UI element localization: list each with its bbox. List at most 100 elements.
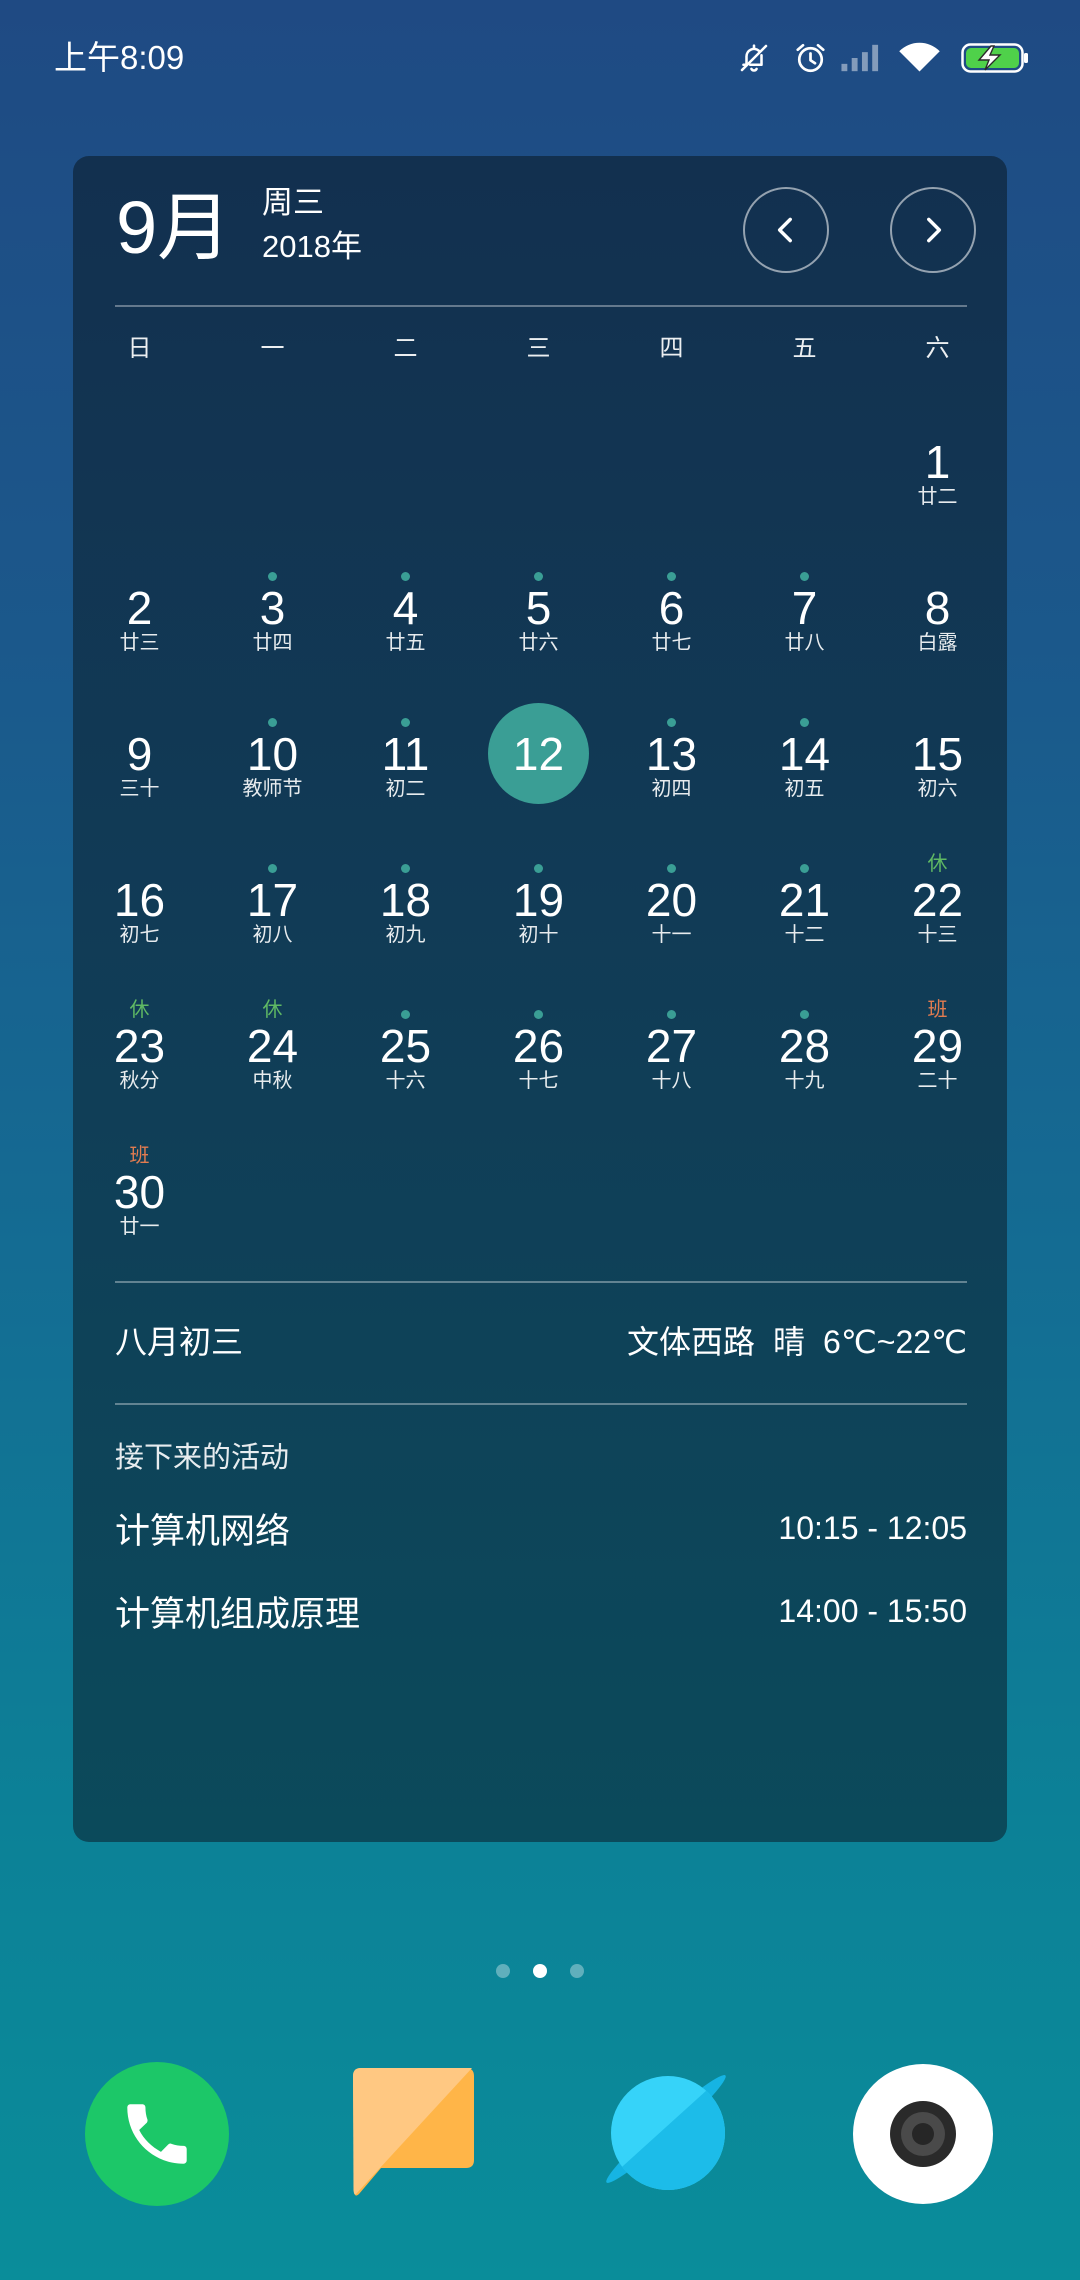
- day-cell-8[interactable]: 8 白露: [871, 542, 1004, 688]
- camera-icon: [853, 2064, 993, 2204]
- day-cell-19[interactable]: 19 初十: [472, 834, 605, 980]
- lunar-label: 十八: [651, 1070, 692, 1092]
- day-number: 28: [778, 1020, 831, 1072]
- day-cell-12[interactable]: 12: [472, 688, 605, 834]
- page-indicator: [0, 1964, 1080, 1978]
- weather-temperature: 6℃~22℃: [823, 1324, 967, 1360]
- day-cell-23[interactable]: 休 23 秋分: [73, 980, 206, 1126]
- header-divider: [115, 305, 967, 307]
- lunar-label: 廿四: [252, 632, 293, 654]
- mute-icon: [740, 44, 768, 72]
- day-number: 18: [379, 874, 432, 926]
- lunar-label: 十三: [917, 924, 958, 946]
- lunar-label: 十一: [651, 924, 692, 946]
- day-cell-27[interactable]: 27 十八: [605, 980, 738, 1126]
- day-cell-29[interactable]: 班 29 二十: [871, 980, 1004, 1126]
- event-item[interactable]: 计算机组成原理 14:00 - 15:50: [115, 1570, 967, 1653]
- messages-app-button[interactable]: [353, 2068, 474, 2196]
- day-cell-24[interactable]: 休 24 中秋: [206, 980, 339, 1126]
- day-status-badge: 休: [129, 999, 150, 1021]
- day-number: 3: [259, 582, 286, 634]
- messages-icon: [353, 2068, 474, 2196]
- day-cell-7[interactable]: 7 廿八: [738, 542, 871, 688]
- weekday-header: 五: [792, 335, 817, 362]
- day-cell-11[interactable]: 11 初二: [339, 688, 472, 834]
- day-number: 23: [113, 1020, 166, 1072]
- day-number: 27: [645, 1020, 698, 1072]
- day-cell-2[interactable]: 2 廿三: [73, 542, 206, 688]
- browser-app-button[interactable]: [602, 2067, 734, 2198]
- day-cell-3[interactable]: 3 廿四: [206, 542, 339, 688]
- events-list: 计算机网络 10:15 - 12:05 计算机组成原理 14:00 - 15:5…: [115, 1487, 967, 1653]
- day-cell-1[interactable]: 1 廿二: [871, 396, 1004, 542]
- day-number: 30: [113, 1166, 166, 1218]
- current-weekday: 周三: [262, 185, 324, 220]
- event-time: 10:15 - 12:05: [778, 1510, 967, 1546]
- page-dot: [570, 1964, 584, 1978]
- day-cell-20[interactable]: 20 十一: [605, 834, 738, 980]
- next-month-button[interactable]: [890, 187, 976, 273]
- day-cell-30[interactable]: 班 30 廿一: [73, 1126, 206, 1272]
- day-number: 4: [392, 582, 419, 634]
- browser-icon: [606, 2075, 726, 2190]
- day-cell-21[interactable]: 21 十二: [738, 834, 871, 980]
- event-dot: [401, 864, 410, 873]
- day-cell-18[interactable]: 18 初九: [339, 834, 472, 980]
- day-number: 13: [645, 728, 698, 780]
- day-cell-25[interactable]: 25 十六: [339, 980, 472, 1126]
- status-bar: 上午8:09: [0, 0, 1080, 116]
- day-cell-6[interactable]: 6 廿七: [605, 542, 738, 688]
- day-status-badge: 休: [262, 999, 283, 1021]
- day-cell-9[interactable]: 9 三十: [73, 688, 206, 834]
- day-cell-15[interactable]: 15 初六: [871, 688, 1004, 834]
- lunar-label: 廿三: [119, 632, 160, 654]
- grid-divider: [115, 1281, 967, 1283]
- lunar-label: 廿六: [518, 632, 559, 654]
- day-status-badge: 班: [927, 999, 948, 1021]
- day-number: 24: [246, 1020, 299, 1072]
- day-cell-22[interactable]: 休 22 十三: [871, 834, 1004, 980]
- year-label: 2018年: [262, 229, 362, 264]
- lunar-label: 初十: [518, 924, 559, 946]
- day-number: 7: [791, 582, 818, 634]
- day-number: 14: [778, 728, 831, 780]
- event-dot: [401, 718, 410, 727]
- day-number: 11: [381, 728, 430, 780]
- phone-app-button[interactable]: [85, 2062, 229, 2206]
- weather-info[interactable]: 文体西路晴 6℃~22℃: [627, 1322, 967, 1362]
- lunar-label: 中秋: [252, 1070, 293, 1092]
- lunar-label: 廿八: [784, 632, 825, 654]
- day-cell-28[interactable]: 28 十九: [738, 980, 871, 1126]
- lunar-label: 初四: [651, 778, 692, 800]
- day-number: 9: [126, 728, 153, 780]
- event-dot: [667, 864, 676, 873]
- event-dot: [401, 572, 410, 581]
- day-cell-10[interactable]: 10 教师节: [206, 688, 339, 834]
- day-number: 19: [512, 874, 565, 926]
- camera-app-button[interactable]: [853, 2064, 993, 2204]
- event-title: 计算机组成原理: [115, 1595, 361, 1634]
- lunar-label: 秋分: [119, 1070, 160, 1092]
- weekday-header: 四: [659, 335, 684, 362]
- event-item[interactable]: 计算机网络 10:15 - 12:05: [115, 1487, 967, 1570]
- day-number: 5: [525, 582, 552, 634]
- day-cell-14[interactable]: 14 初五: [738, 688, 871, 834]
- lunar-label: 廿五: [385, 632, 426, 654]
- day-cell-4[interactable]: 4 廿五: [339, 542, 472, 688]
- lunar-label: 十二: [784, 924, 825, 946]
- lunar-label: 初五: [784, 778, 825, 800]
- calendar-widget[interactable]: 9月 周三 2018年 日一二三四五六 1 廿二 2 廿三 3 廿四 4 廿五 5 廿六 6 廿七 7 廿…: [73, 156, 1007, 1842]
- event-time: 14:00 - 15:50: [778, 1593, 967, 1629]
- weekday-header: 六: [925, 335, 950, 362]
- lunar-label: 初二: [385, 778, 426, 800]
- day-number: 15: [911, 728, 964, 780]
- day-cell-16[interactable]: 16 初七: [73, 834, 206, 980]
- day-cell-5[interactable]: 5 廿六: [472, 542, 605, 688]
- day-cell-13[interactable]: 13 初四: [605, 688, 738, 834]
- day-number: 29: [911, 1020, 964, 1072]
- day-cell-17[interactable]: 17 初八: [206, 834, 339, 980]
- prev-month-button[interactable]: [743, 187, 829, 273]
- event-dot: [268, 572, 277, 581]
- day-number: 2: [126, 582, 153, 634]
- day-cell-26[interactable]: 26 十七: [472, 980, 605, 1126]
